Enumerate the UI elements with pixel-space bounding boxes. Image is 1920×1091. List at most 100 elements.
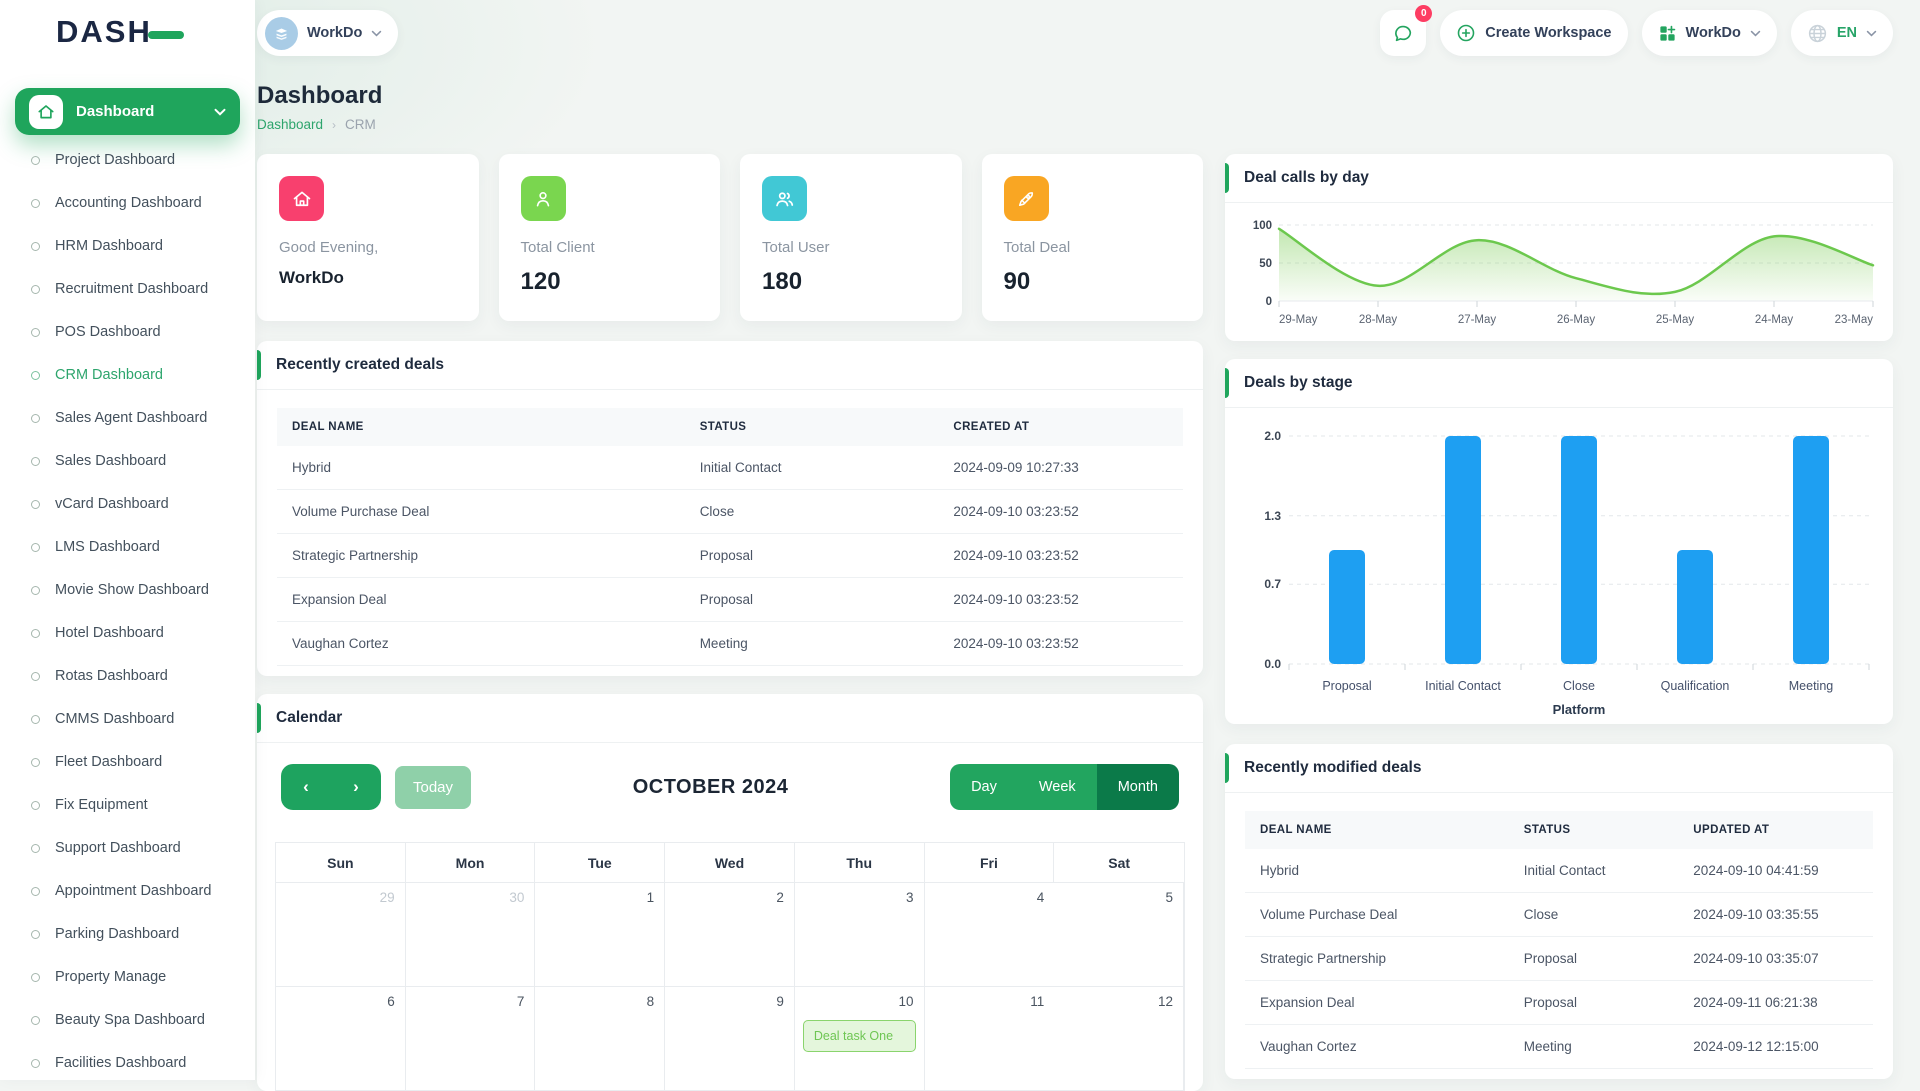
sidebar-item[interactable]: Parking Dashboard xyxy=(0,913,255,956)
sidebar-item[interactable]: LMS Dashboard xyxy=(0,526,255,569)
card-title: Calendar xyxy=(276,709,342,727)
table-row: Hybrid Initial Contact 2024-09-10 04:41:… xyxy=(1245,849,1873,893)
calendar-day-cell[interactable]: 6 xyxy=(276,987,406,1091)
calendar-day-cell[interactable]: 8 xyxy=(535,987,665,1091)
calendar-prev-button[interactable]: ‹ xyxy=(281,764,331,810)
sidebar-item[interactable]: Appointment Dashboard xyxy=(0,870,255,913)
calendar-day-cell[interactable]: 9 xyxy=(665,987,795,1091)
language-selector[interactable]: EN xyxy=(1791,10,1893,56)
svg-text:Proposal: Proposal xyxy=(1322,679,1371,693)
sidebar-item[interactable]: Hotel Dashboard xyxy=(0,612,255,655)
sidebar-item[interactable]: Fix Equipment xyxy=(0,784,255,827)
sidebar-item[interactable]: HRM Dashboard xyxy=(0,225,255,268)
calendar-event[interactable]: Deal task One xyxy=(803,1020,916,1052)
sidebar-item[interactable]: Sales Agent Dashboard xyxy=(0,397,255,440)
workspace-menu[interactable]: WorkDo xyxy=(1642,10,1777,56)
status-cell: Close xyxy=(685,490,939,534)
calendar-view-button[interactable]: Month xyxy=(1097,764,1179,810)
page-title: Dashboard xyxy=(257,82,1893,110)
calendar-view-button[interactable]: Week xyxy=(1018,764,1097,810)
sidebar-item-label: Property Manage xyxy=(55,968,166,988)
sidebar-item[interactable]: CMMS Dashboard xyxy=(0,698,255,741)
svg-text:23-May: 23-May xyxy=(1835,314,1874,326)
sidebar-item[interactable]: Movie Show Dashboard xyxy=(0,569,255,612)
topbar-actions: 0 Create Workspace WorkDo xyxy=(1380,10,1893,56)
bullet-icon xyxy=(31,586,40,595)
created-at-cell: 2024-09-10 03:23:52 xyxy=(938,534,1183,578)
svg-text:2.0: 2.0 xyxy=(1264,429,1281,443)
calendar-day-cell[interactable]: 29 xyxy=(276,883,406,987)
plus-circle-icon xyxy=(1456,23,1476,43)
card-title: Recently created deals xyxy=(276,356,444,374)
calendar-day-cell[interactable]: 12 xyxy=(1054,987,1184,1091)
day-number: 1 xyxy=(647,890,655,905)
sidebar-item[interactable]: Accounting Dashboard xyxy=(0,182,255,225)
sidebar-item[interactable]: Recruitment Dashboard xyxy=(0,268,255,311)
sidebar-item[interactable]: POS Dashboard xyxy=(0,311,255,354)
deal-name-cell: Strategic Partnership xyxy=(277,534,685,578)
deal-calls-area-chart: 10050029-May28-May27-May26-May25-May24-M… xyxy=(1239,213,1879,335)
calendar-cells: 29 30 1 xyxy=(276,883,1184,1091)
chevron-down-icon xyxy=(1866,30,1877,37)
deal-name-cell: Expansion Deal xyxy=(277,578,685,622)
sidebar-item[interactable]: Project Dashboard xyxy=(0,139,255,182)
calendar-next-button[interactable]: › xyxy=(331,764,381,810)
sidebar-item[interactable]: Support Dashboard xyxy=(0,827,255,870)
chat-icon xyxy=(1392,22,1414,44)
updated-at-cell: 2024-09-12 12:15:00 xyxy=(1678,1025,1873,1069)
deal-name-cell: Hybrid xyxy=(1245,849,1509,893)
column-header: Deal Name xyxy=(1245,811,1509,849)
calendar-day-cell[interactable]: 11 xyxy=(925,987,1055,1091)
globe-icon xyxy=(1807,23,1828,44)
sidebar-dashboard-toggle[interactable]: Dashboard xyxy=(15,88,240,135)
calendar-day-cell[interactable]: 10 Deal task One xyxy=(795,987,925,1091)
sidebar-item-label: Fix Equipment xyxy=(55,796,148,816)
column-header: Created At xyxy=(938,408,1183,446)
create-workspace-label: Create Workspace xyxy=(1485,25,1611,41)
sidebar-item[interactable]: Sales Dashboard xyxy=(0,440,255,483)
sidebar-item[interactable]: Property Manage xyxy=(0,956,255,999)
card-header: Recently modified deals xyxy=(1225,744,1893,793)
calendar-today-button[interactable]: Today xyxy=(395,766,471,809)
svg-text:1.3: 1.3 xyxy=(1264,509,1281,523)
workspace-selector[interactable]: WorkDo xyxy=(257,10,398,56)
sidebar-item[interactable]: Rotas Dashboard xyxy=(0,655,255,698)
calendar-day-cell[interactable]: 1 xyxy=(535,883,665,987)
breadcrumb-dashboard-link[interactable]: Dashboard xyxy=(257,117,323,132)
calendar-day-cell[interactable]: 30 xyxy=(406,883,536,987)
day-number: 10 xyxy=(899,994,914,1009)
bullet-icon xyxy=(31,801,40,810)
workspace-name: WorkDo xyxy=(307,25,362,41)
calendar-day-cell[interactable]: 7 xyxy=(406,987,536,1091)
home-icon xyxy=(29,95,63,129)
calendar-day-cell[interactable]: 4 xyxy=(925,883,1055,987)
day-number: 6 xyxy=(387,994,395,1009)
create-workspace-button[interactable]: Create Workspace xyxy=(1440,10,1627,56)
day-number: 3 xyxy=(906,890,914,905)
sidebar-item[interactable]: CRM Dashboard xyxy=(0,354,255,397)
sidebar-item[interactable]: vCard Dashboard xyxy=(0,483,255,526)
calendar-day-cell[interactable]: 2 xyxy=(665,883,795,987)
svg-text:25-May: 25-May xyxy=(1656,314,1695,326)
sidebar-item[interactable]: Facilities Dashboard xyxy=(0,1042,255,1085)
sidebar-item[interactable]: Fleet Dashboard xyxy=(0,741,255,784)
bullet-icon xyxy=(31,199,40,208)
calendar-day-cell[interactable]: 3 xyxy=(795,883,925,987)
bullet-icon xyxy=(31,930,40,939)
card-title: Recently modified deals xyxy=(1244,759,1421,777)
users-icon xyxy=(762,176,807,221)
column-header: Status xyxy=(1509,811,1679,849)
updated-at-cell: 2024-09-10 03:35:07 xyxy=(1678,937,1873,981)
calendar-view-button[interactable]: Day xyxy=(950,764,1018,810)
total-deal-card: Total Deal 90 xyxy=(982,154,1204,321)
greeting-label: Good Evening, xyxy=(279,239,457,256)
logo-accent-bar xyxy=(148,31,184,39)
sidebar-item-label: CRM Dashboard xyxy=(55,366,163,386)
sidebar-item[interactable]: Beauty Spa Dashboard xyxy=(0,999,255,1042)
table-row: Expansion Deal Proposal 2024-09-10 03:23… xyxy=(277,578,1183,622)
status-cell: Proposal xyxy=(685,534,939,578)
weekday-label: Tue xyxy=(535,843,665,883)
calendar-day-cell[interactable]: 5 xyxy=(1054,883,1184,987)
messages-button[interactable]: 0 xyxy=(1380,10,1426,56)
card-header: Recently created deals xyxy=(257,341,1203,390)
